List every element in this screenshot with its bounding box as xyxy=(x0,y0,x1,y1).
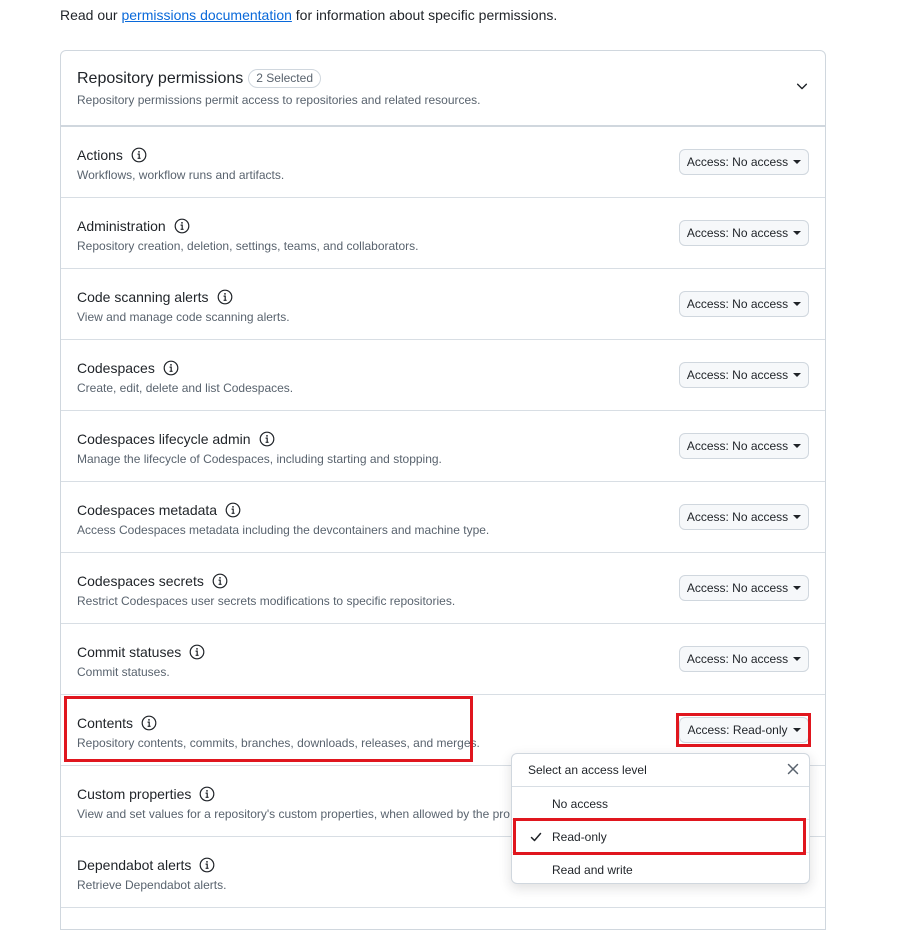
panel-subtitle: Repository permissions permit access to … xyxy=(77,93,481,107)
access-level-label: Access: No access xyxy=(686,297,789,311)
access-level-label: Access: No access xyxy=(686,510,789,524)
access-dropdown-button[interactable]: Access: No access xyxy=(679,220,809,246)
permissions-documentation-link[interactable]: permissions documentation xyxy=(121,7,291,23)
info-icon[interactable] xyxy=(141,715,157,731)
info-icon[interactable] xyxy=(199,786,215,802)
permission-name: Actions xyxy=(77,147,123,163)
info-icon[interactable] xyxy=(217,289,233,305)
caret-down-icon xyxy=(792,728,801,732)
access-dropdown-button[interactable]: Access: No access xyxy=(679,504,809,530)
access-level-menu: Select an access level No access Read-on… xyxy=(511,753,810,884)
info-icon[interactable] xyxy=(131,147,147,163)
access-dropdown-button[interactable]: Access: No access xyxy=(679,291,809,317)
access-dropdown-button[interactable]: Access: No access xyxy=(679,646,809,672)
info-icon[interactable] xyxy=(225,502,241,518)
panel-title: Repository permissions xyxy=(77,69,244,87)
permission-name: Commit statuses xyxy=(77,644,182,660)
check-icon xyxy=(530,832,542,842)
info-icon[interactable] xyxy=(163,360,179,376)
access-level-label: Access: No access xyxy=(686,439,789,453)
access-dropdown-button[interactable]: Access: Read-only xyxy=(679,717,809,743)
menu-option-read-only[interactable]: Read-only xyxy=(512,820,809,853)
caret-down-icon xyxy=(793,373,802,377)
access-level-label: Access: Read-only xyxy=(687,723,788,737)
permission-row-codespaces: Codespaces Create, edit, delete and list … xyxy=(61,340,825,411)
access-level-label: Access: No access xyxy=(686,652,789,666)
selected-count-badge: 2 Selected xyxy=(248,69,321,88)
intro-text: Read our permissions documentation for i… xyxy=(60,7,557,23)
repository-permissions-header[interactable]: Repository permissions 2 Selected Reposi… xyxy=(61,51,825,127)
permission-name: Codespaces lifecycle admin xyxy=(77,431,251,447)
menu-option-label: No access xyxy=(552,797,609,811)
access-dropdown-button[interactable]: Access: No access xyxy=(679,149,809,175)
info-icon[interactable] xyxy=(189,644,205,660)
info-icon[interactable] xyxy=(212,573,228,589)
caret-down-icon xyxy=(793,657,802,661)
caret-down-icon xyxy=(793,302,802,306)
menu-option-read-and-write[interactable]: Read and write xyxy=(512,853,809,886)
intro-before: Read our xyxy=(60,7,122,23)
caret-down-icon xyxy=(793,586,802,590)
permission-row-commit-statuses: Commit statuses Commit statuses. Access: N… xyxy=(61,624,825,695)
intro-after: for information about specific permissio… xyxy=(291,7,558,23)
info-icon[interactable] xyxy=(259,431,275,447)
permission-name: Contents xyxy=(77,715,134,731)
permission-row-codespaces-metadata: Codespaces metadata Access Codespaces met… xyxy=(61,482,825,553)
permission-row-codespaces-lifecycle-admin: Codespaces lifecycle admin Manage the lif… xyxy=(61,411,825,482)
access-level-label: Access: No access xyxy=(686,226,789,240)
info-icon[interactable] xyxy=(174,218,190,234)
permission-name: Code scanning alerts xyxy=(77,289,209,305)
access-dropdown-button[interactable]: Access: No access xyxy=(679,433,809,459)
access-dropdown-button[interactable]: Access: No access xyxy=(679,362,809,388)
permission-row-actions: Actions Workflows, workflow runs and arti… xyxy=(61,127,825,198)
close-icon[interactable] xyxy=(787,763,799,775)
menu-option-no-access[interactable]: No access xyxy=(512,787,809,820)
chevron-down-icon[interactable] xyxy=(795,79,809,93)
access-level-menu-header: Select an access level xyxy=(512,754,809,787)
caret-down-icon xyxy=(793,444,802,448)
permission-row-code-scanning-alerts: Code scanning alerts View and manage code… xyxy=(61,269,825,340)
access-level-label: Access: No access xyxy=(686,581,789,595)
access-level-label: Access: No access xyxy=(686,155,789,169)
access-dropdown-button[interactable]: Access: No access xyxy=(679,575,809,601)
caret-down-icon xyxy=(793,160,802,164)
menu-option-label: Read and write xyxy=(552,863,633,877)
permission-name: Codespaces secrets xyxy=(77,573,204,589)
caret-down-icon xyxy=(793,515,802,519)
permission-row-administration: Administration Repository creation, delet… xyxy=(61,198,825,269)
menu-option-label: Read-only xyxy=(552,830,607,844)
permission-name: Codespaces xyxy=(77,360,155,376)
permission-name: Codespaces metadata xyxy=(77,502,218,518)
caret-down-icon xyxy=(793,231,802,235)
info-icon[interactable] xyxy=(199,857,215,873)
permission-row-codespaces-secrets: Codespaces secrets Restrict Codespaces us… xyxy=(61,553,825,624)
permission-name: Administration xyxy=(77,218,166,234)
permission-name: Dependabot alerts xyxy=(77,857,192,873)
menu-title: Select an access level xyxy=(528,763,647,777)
permission-name: Custom properties xyxy=(77,786,192,802)
access-level-label: Access: No access xyxy=(686,368,789,382)
